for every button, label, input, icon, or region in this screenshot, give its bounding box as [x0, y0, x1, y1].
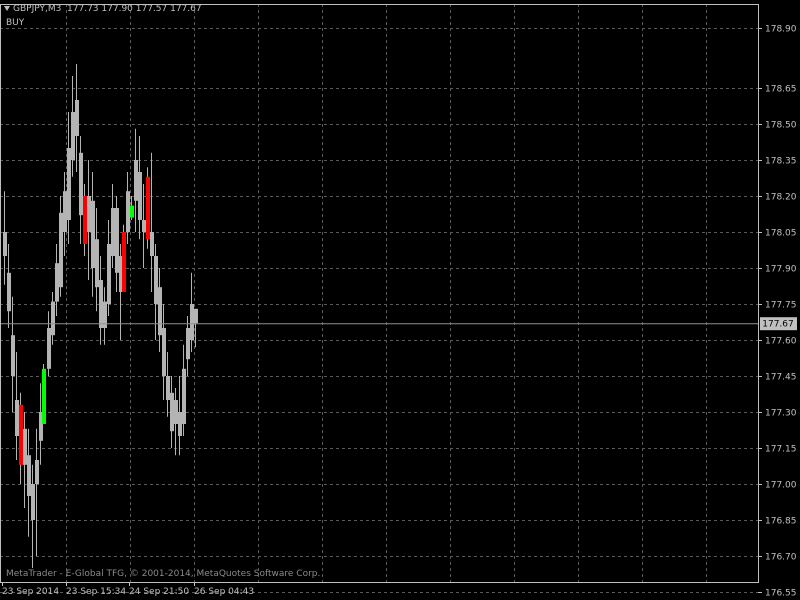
- y-tick-label: 177.30: [765, 409, 797, 419]
- bar-body: [71, 112, 75, 160]
- current-price-label-text: 177.67: [762, 320, 794, 330]
- bar-body: [190, 304, 194, 340]
- bar-body: [67, 148, 71, 220]
- bar-body: [3, 232, 7, 256]
- bar-body: [99, 280, 103, 328]
- y-tick-label: 176.70: [765, 553, 797, 563]
- bar-body: [23, 428, 27, 465]
- signal-label: BUY: [6, 18, 25, 28]
- bar-body: [162, 328, 166, 376]
- bar-body: [91, 200, 95, 268]
- bar-body: [79, 152, 83, 216]
- ohlc-bar: [146, 167, 150, 249]
- bar-body: [174, 400, 178, 424]
- bar-body: [27, 455, 31, 496]
- chart-header: GBPJPY,M3 177.73 177.90 177.57 177.67: [4, 4, 202, 15]
- bar-body-highlight: [122, 232, 126, 292]
- dropdown-arrow-icon[interactable]: [4, 6, 10, 11]
- bar-body: [186, 328, 190, 360]
- bar-body: [194, 308, 198, 324]
- y-tick-label: 178.50: [765, 121, 797, 131]
- ohlc-readout: 177.73 177.90 177.57 177.67: [67, 4, 202, 14]
- x-tick-label: 23 Sep 15:34: [66, 587, 126, 597]
- bar-body: [178, 412, 182, 436]
- y-tick-label: 178.90: [765, 25, 797, 35]
- bar-body: [7, 272, 11, 312]
- bar-body: [107, 244, 111, 304]
- y-tick-label: 176.85: [765, 517, 797, 527]
- x-tick-label: 23 Sep 2014: [2, 587, 59, 597]
- x-tick-label: 26 Sep 04:43: [194, 587, 254, 597]
- bar-body: [134, 160, 138, 201]
- bar-body: [115, 208, 119, 273]
- bar-body: [150, 232, 154, 256]
- bar-body: [170, 392, 174, 432]
- bar-body: [111, 208, 115, 256]
- bar-body: [11, 335, 15, 376]
- bar-body: [47, 328, 51, 369]
- price-chart[interactable]: 178.90 178.65 178.50 178.35 178.20 178.05 177.…: [0, 0, 800, 600]
- bar-body: [63, 191, 67, 232]
- bar-body: [166, 376, 170, 400]
- bar-body: [75, 100, 79, 136]
- y-tick-label: 177.60: [765, 337, 797, 347]
- y-tick-label: 176.55: [765, 589, 797, 599]
- bar-body: [35, 460, 39, 484]
- bar-body-highlight: [83, 196, 87, 244]
- y-tick-label: 177.75: [765, 301, 797, 311]
- bar-body: [182, 368, 186, 424]
- bar-body: [31, 484, 35, 520]
- symbol-label: GBPJPY,M3: [13, 4, 62, 14]
- y-tick-label: 177.90: [765, 265, 797, 275]
- bar-body-highlight: [19, 404, 23, 465]
- x-tick-label: 24 Sep 21:50: [129, 587, 189, 597]
- current-price-label: 177.67: [760, 317, 797, 331]
- bar-body: [15, 400, 19, 436]
- bar-body: [138, 172, 142, 220]
- ohlc-bar: [122, 224, 126, 292]
- copyright-text: MetaTrader - E-Global TFG, © 2001-2014, …: [6, 569, 321, 579]
- bar-body: [51, 301, 55, 336]
- ohlc-bar: [42, 364, 46, 424]
- bar-body-highlight: [146, 176, 150, 240]
- y-tick-label: 177.00: [765, 481, 797, 491]
- bar-body: [126, 191, 130, 232]
- y-tick-label: 177.45: [765, 373, 797, 383]
- bar-body: [142, 220, 146, 232]
- bar-body: [158, 287, 162, 336]
- y-tick-label: 178.05: [765, 229, 797, 239]
- bar-body-highlight: [130, 205, 134, 218]
- bar-body: [87, 196, 91, 232]
- bar-body: [154, 256, 158, 304]
- bar-body: [55, 263, 59, 302]
- y-tick-label: 178.65: [765, 85, 797, 95]
- y-tick-label: 177.15: [765, 445, 797, 455]
- y-tick-label: 178.35: [765, 157, 797, 167]
- bar-body: [95, 239, 99, 288]
- bar-body-highlight: [42, 368, 46, 424]
- y-tick-label: 178.20: [765, 193, 797, 203]
- bar-body: [59, 212, 63, 288]
